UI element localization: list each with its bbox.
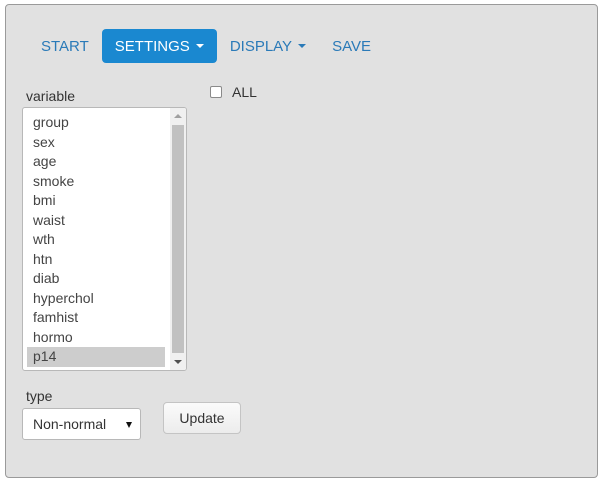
caret-down-icon	[195, 44, 204, 48]
variable-option[interactable]: smoke	[27, 172, 165, 192]
update-button[interactable]: Update	[163, 402, 241, 434]
scroll-thumb[interactable]	[172, 125, 184, 353]
nav-display-label: DISPLAY	[229, 37, 293, 55]
variable-option[interactable]: hormo	[27, 328, 165, 348]
scroll-down-icon[interactable]	[174, 360, 182, 364]
dropdown-arrow-icon	[126, 422, 132, 428]
nav-save[interactable]: SAVE	[319, 29, 384, 63]
variable-listbox[interactable]: group sex age smoke bmi waist wth htn diab hyperc…	[22, 107, 187, 371]
variable-label: variable	[26, 88, 76, 104]
variable-option[interactable]: htn	[27, 250, 165, 270]
nav-settings-label: SETTINGS	[114, 37, 190, 55]
variable-option[interactable]: wth	[27, 230, 165, 250]
variable-option[interactable]: sex	[27, 133, 165, 153]
variable-option[interactable]: famhist	[27, 308, 165, 328]
top-nav: START SETTINGS DISPLAY SAVE	[28, 29, 384, 63]
variable-option[interactable]: p14	[27, 347, 165, 367]
all-label: ALL	[232, 84, 257, 100]
type-select[interactable]: Non-normal	[22, 408, 141, 440]
caret-down-icon	[298, 44, 307, 48]
nav-start-label: START	[41, 37, 89, 55]
all-checkbox-group[interactable]: ALL	[210, 84, 257, 100]
type-select-value: Non-normal	[33, 416, 107, 432]
variable-option[interactable]: hyperchol	[27, 289, 165, 309]
listbox-scrollbar[interactable]	[170, 108, 186, 370]
type-label: type	[26, 388, 53, 404]
nav-display[interactable]: DISPLAY	[217, 29, 319, 63]
nav-save-label: SAVE	[332, 37, 371, 55]
all-checkbox[interactable]	[210, 86, 222, 98]
variable-option[interactable]: waist	[27, 211, 165, 231]
variable-option[interactable]: group	[27, 113, 165, 133]
variable-list: group sex age smoke bmi waist wth htn diab hyperc…	[27, 113, 165, 367]
scroll-up-icon[interactable]	[174, 114, 182, 118]
variable-option[interactable]: age	[27, 152, 165, 172]
variable-option[interactable]: diab	[27, 269, 165, 289]
nav-settings[interactable]: SETTINGS	[101, 29, 217, 63]
variable-option[interactable]: bmi	[27, 191, 165, 211]
nav-start[interactable]: START	[28, 29, 102, 63]
